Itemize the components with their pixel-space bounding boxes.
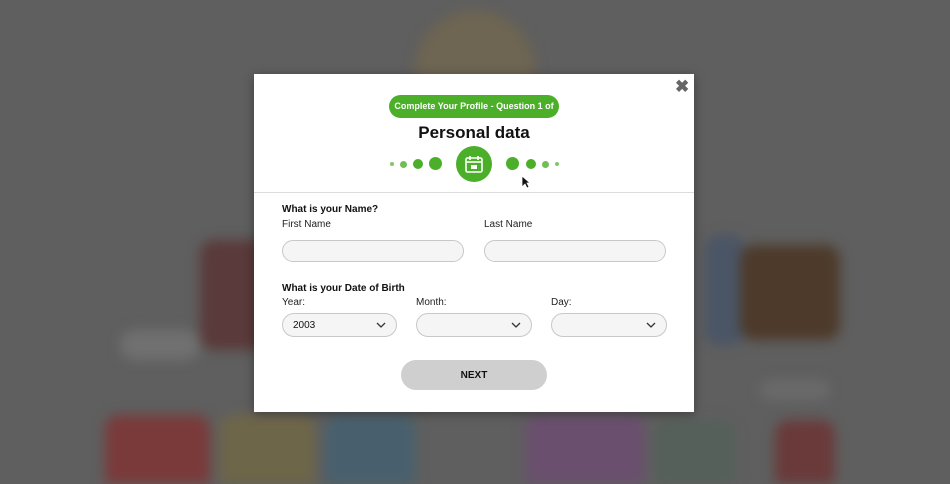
current-step — [456, 146, 492, 182]
background-shape — [325, 415, 415, 484]
background-shape — [120, 330, 200, 360]
divider — [254, 192, 694, 193]
next-button[interactable]: NEXT — [401, 360, 547, 390]
step-dot — [555, 162, 559, 166]
step-dot — [400, 161, 407, 168]
year-label: Year: — [282, 297, 305, 308]
background-shape — [775, 420, 835, 484]
step-dot — [542, 161, 549, 168]
step-dot — [390, 162, 394, 166]
month-label: Month: — [416, 297, 447, 308]
step-dot — [526, 159, 536, 169]
background-shape — [760, 380, 830, 400]
month-select[interactable] — [416, 313, 532, 337]
chevron-down-icon — [376, 322, 386, 328]
step-dot — [429, 157, 442, 170]
first-name-input[interactable] — [282, 240, 464, 262]
step-dot — [506, 157, 519, 170]
last-name-label: Last Name — [484, 219, 533, 230]
background-shape — [525, 415, 645, 484]
chevron-down-icon — [511, 322, 521, 328]
step-indicator — [254, 146, 694, 184]
close-icon[interactable]: ✖ — [675, 78, 689, 95]
name-question: What is your Name? — [282, 204, 379, 215]
day-label: Day: — [551, 297, 572, 308]
chevron-down-icon — [646, 322, 656, 328]
day-select[interactable] — [551, 313, 667, 337]
modal-title: Personal data — [418, 123, 530, 142]
background-shape — [740, 245, 840, 340]
dob-question: What is your Date of Birth — [282, 283, 405, 294]
year-select-value: 2003 — [293, 320, 316, 331]
last-name-input[interactable] — [484, 240, 666, 262]
background-shape — [705, 235, 745, 345]
year-select[interactable]: 2003 — [282, 313, 397, 337]
background-shape — [105, 415, 210, 484]
first-name-label: First Name — [282, 219, 331, 230]
calendar-icon — [465, 156, 483, 173]
background-shape — [655, 420, 735, 484]
background-shape — [220, 415, 315, 484]
step-dot — [413, 159, 423, 169]
profile-modal: ✖ Complete Your Profile - Question 1 of … — [254, 74, 694, 412]
progress-badge: Complete Your Profile - Question 1 of 14 — [389, 95, 559, 134]
mouse-cursor-icon — [521, 175, 531, 189]
